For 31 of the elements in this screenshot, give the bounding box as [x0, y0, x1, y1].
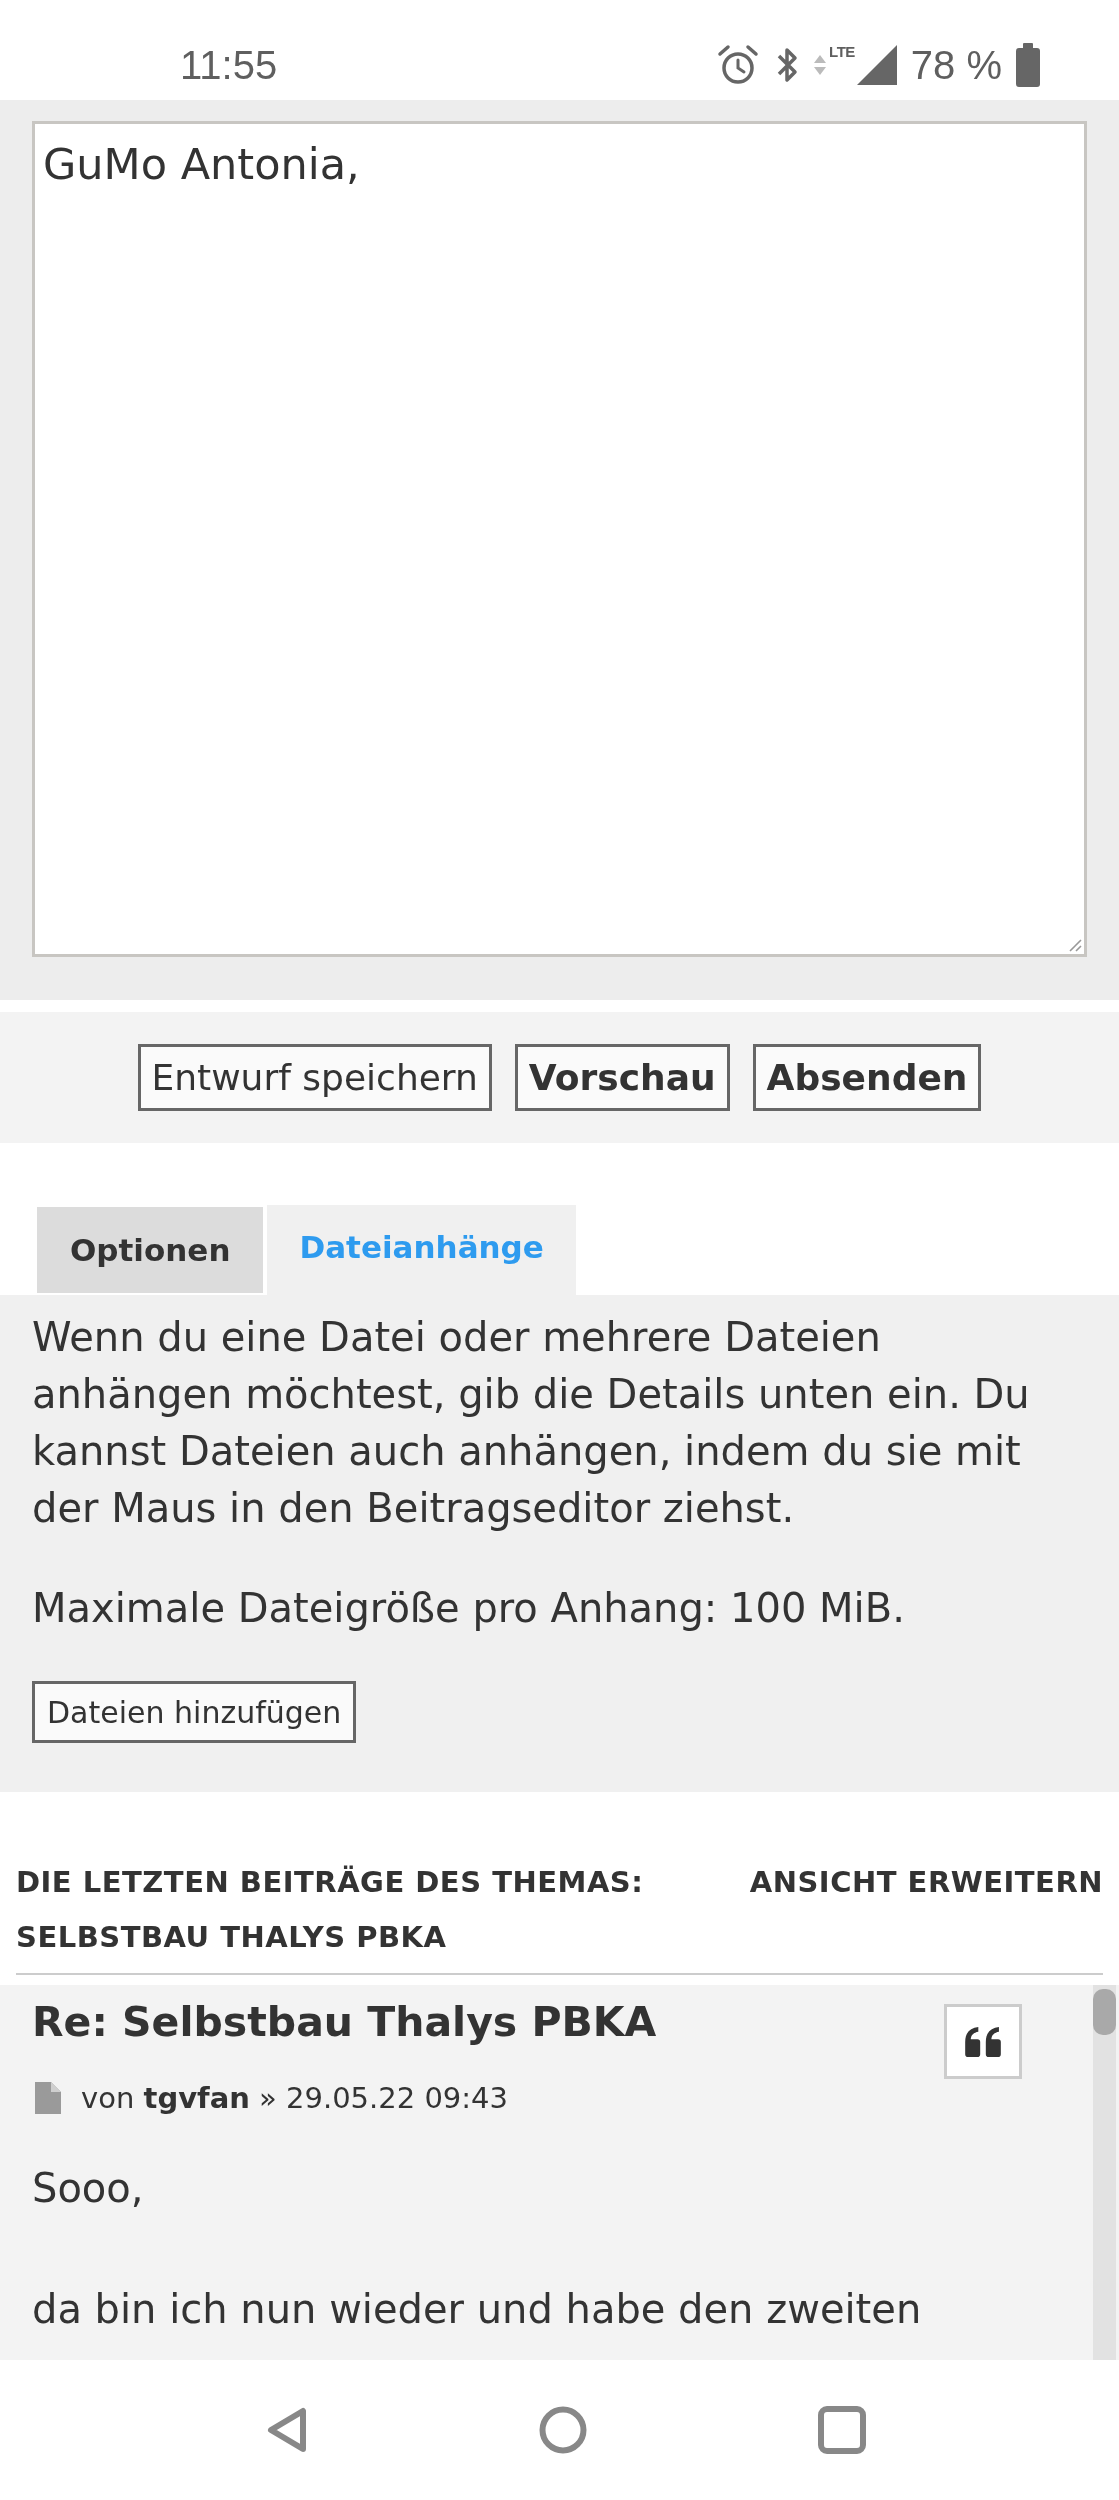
battery-icon [1014, 43, 1042, 87]
data-arrows-icon [813, 54, 828, 76]
document-icon [35, 2082, 61, 2114]
preview-button[interactable]: Vorschau [514, 1044, 730, 1111]
post-byline: von tgvfan » 29.05.22 09:43 [81, 2080, 508, 2117]
post-title: Re: Selbstbau Thalys PBKA [32, 1997, 657, 2048]
recent-posts-heading: DIE LETZTEN BEITRÄGE DES THEMAS: SELBSTBAU THALYS PBKA [16, 1864, 645, 1956]
scrollbar-thumb[interactable] [1093, 1989, 1116, 2035]
submit-button[interactable]: Absenden [752, 1044, 982, 1111]
save-draft-button[interactable]: Entwurf speichern [137, 1044, 492, 1111]
quote-button[interactable] [944, 2004, 1022, 2079]
battery-percentage: 78 % [910, 42, 1002, 88]
file-size-limit: Maximale Dateigröße pro Anhang: 100 MiB. [32, 1584, 905, 1633]
scrollbar-track[interactable] [1093, 1985, 1116, 2360]
network-type-label: LTE [829, 44, 855, 60]
resize-grip-icon[interactable] [1068, 938, 1082, 952]
add-files-button[interactable]: Dateien hinzufügen [32, 1681, 357, 1743]
expand-view-link[interactable]: ANSICHT ERWEITERN [749, 1855, 1103, 1910]
signal-strength-icon [856, 45, 897, 85]
tab[interactable]: Optionen [37, 1207, 264, 1293]
author-link[interactable]: tgvfan [143, 2081, 250, 2115]
home-icon[interactable] [539, 2405, 587, 2454]
post-text: Sooo, [32, 2164, 145, 2213]
back-icon[interactable] [266, 2405, 308, 2454]
alarm-clock-icon [717, 44, 760, 86]
attachment-instructions: Wenn du eine Datei oder mehrere Dateien anhängen möchtest, gib die Details unten ein. Du kannst Dateien auch anhängen, indem du sie mit der Maus in den Beitragseditor ziehst. [32, 1313, 1031, 1533]
quote-icon [964, 2026, 1002, 2057]
post-text: da bin ich nun wieder und habe den zweiten [32, 2285, 923, 2334]
recent-apps-icon[interactable] [818, 2405, 866, 2454]
status-time: 11:55 [180, 42, 278, 88]
message-field[interactable]: GuMo Antonia, [32, 121, 1087, 957]
